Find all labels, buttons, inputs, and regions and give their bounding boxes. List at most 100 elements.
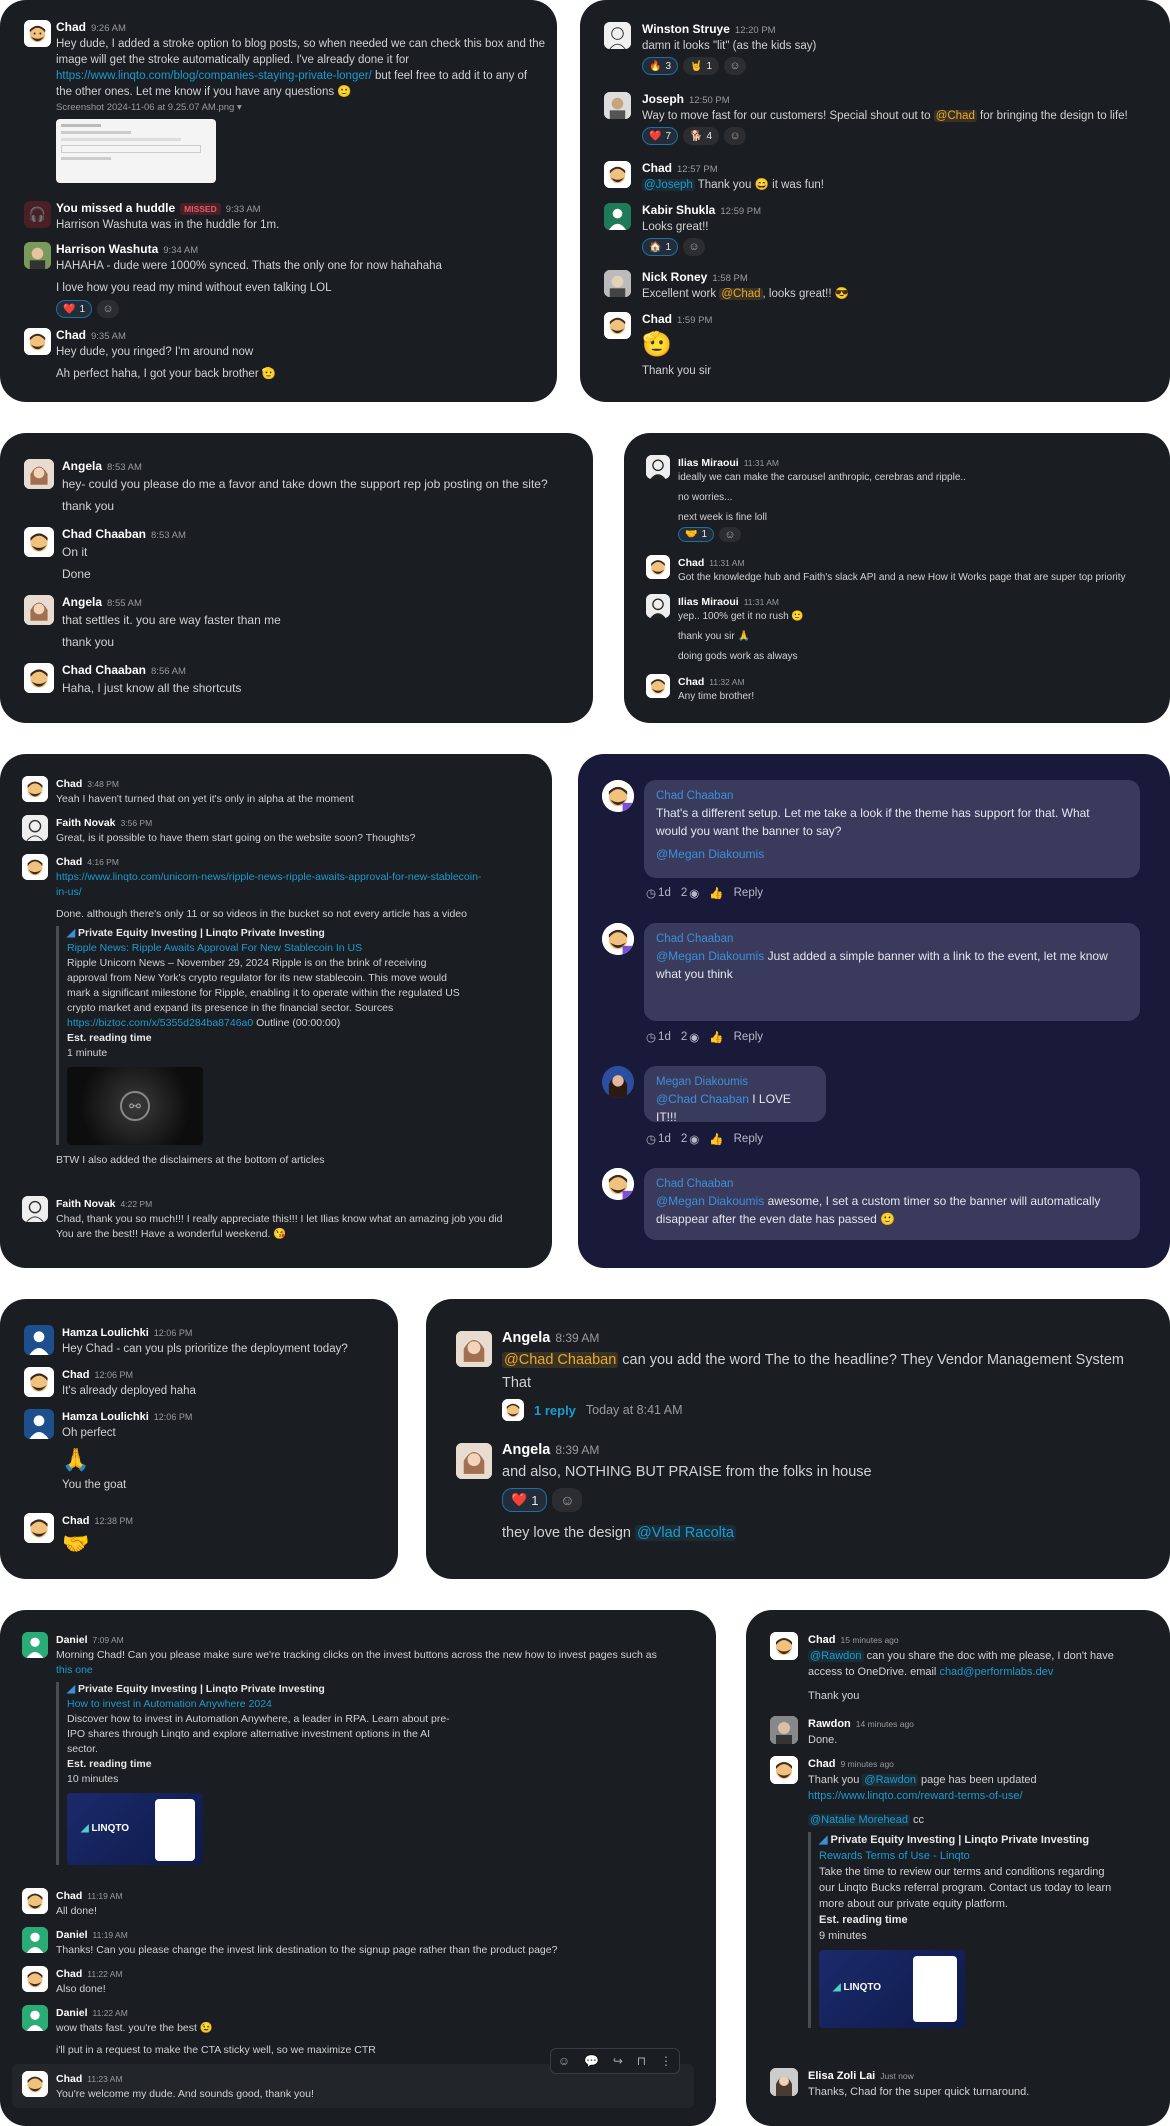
timestamp[interactable]: 12:06 PM (154, 1328, 193, 1338)
timestamp[interactable]: 8:55 AM (107, 598, 142, 609)
author-name[interactable]: Joseph (642, 92, 684, 106)
reaction-dog[interactable]: 🐕 4 (683, 127, 720, 145)
author-name[interactable]: Ilias Miraoui (678, 457, 739, 469)
timestamp[interactable]: 4:22 PM (121, 1199, 153, 1209)
page-link[interactable]: https://www.linqto.com/reward-terms-of-u… (808, 1790, 1023, 1802)
mention[interactable]: @Chad Chaaban (656, 1092, 749, 1106)
mention[interactable]: @Megan Diakoumis (656, 1194, 764, 1208)
timestamp[interactable]: 12:50 PM (689, 95, 730, 106)
avatar-chad[interactable] (22, 854, 48, 880)
add-reaction-icon[interactable]: ☺ (558, 2054, 570, 2068)
author-name[interactable]: Chad (808, 1634, 836, 1646)
ripple-thumbnail[interactable]: ⚯ (67, 1067, 203, 1145)
avatar-chad[interactable] (22, 1966, 48, 1992)
reaction-heart[interactable]: ❤️ 7 (642, 127, 679, 145)
timestamp[interactable]: 12:38 PM (95, 1516, 134, 1526)
avatar-angela[interactable] (24, 595, 54, 625)
avatar-chad[interactable] (22, 776, 48, 802)
author-name[interactable]: Nick Roney (642, 270, 707, 284)
avatar-kabir[interactable] (604, 203, 631, 230)
avatar-daniel[interactable] (22, 2005, 48, 2031)
author-name[interactable]: Chad (56, 2073, 82, 2085)
timestamp[interactable]: 11:22 AM (93, 2008, 128, 2018)
avatar-chad[interactable] (646, 555, 670, 579)
linqto-thumbnail[interactable]: ◢ LINQTO (67, 1793, 203, 1865)
timestamp[interactable]: 1:58 PM (712, 273, 747, 284)
author-name[interactable]: Daniel (56, 2007, 88, 2019)
author-name[interactable]: Daniel (56, 1929, 88, 1941)
author-name[interactable]: Kabir Shukla (642, 203, 715, 217)
add-reaction-icon[interactable]: ☺ (683, 238, 706, 256)
avatar-angela[interactable] (456, 1331, 492, 1367)
article-link[interactable]: https://www.linqto.com/unicorn-news/ripp… (56, 870, 536, 900)
message-bubble[interactable]: Chad Chaaban @Megan Diakoumis Just added… (644, 923, 1140, 1021)
avatar-chad[interactable] (604, 161, 631, 188)
mention[interactable]: @Rawdon (808, 1650, 864, 1662)
avatar-harrison[interactable] (24, 242, 51, 269)
author-name[interactable]: Chad (62, 1369, 90, 1381)
reply-thread-icon[interactable]: 💬 (584, 2054, 599, 2068)
timestamp[interactable]: 8:53 AM (107, 462, 142, 473)
avatar-ilias[interactable] (646, 594, 670, 618)
timestamp[interactable]: 12:59 PM (720, 206, 761, 217)
reply-button[interactable]: Reply (734, 887, 763, 899)
reaction-house[interactable]: 🏠 1 (642, 238, 679, 256)
author-name[interactable]: Chad (56, 856, 82, 868)
author-name[interactable]: Angela (502, 1442, 550, 1458)
timestamp[interactable]: 12:06 PM (154, 1412, 193, 1422)
author-name[interactable]: Chad (56, 778, 82, 790)
reaction-rock[interactable]: 🤘 1 (683, 57, 720, 75)
mention[interactable]: @Chad (933, 110, 977, 122)
author-name[interactable]: Angela (502, 1330, 550, 1346)
timestamp[interactable]: 4:16 PM (87, 857, 119, 867)
unfurl-site[interactable]: ◢ Private Equity Investing | Linqto Priv… (67, 1682, 506, 1697)
bookmark-icon[interactable]: ⊓ (637, 2054, 646, 2068)
author-name[interactable]: Daniel (56, 1634, 88, 1646)
reaction-heart[interactable]: ❤️ 1 (56, 300, 93, 318)
timestamp[interactable]: 8:39 AM (555, 1443, 599, 1457)
timestamp[interactable]: Just now (880, 2071, 914, 2081)
timestamp[interactable]: 9 minutes ago (841, 1759, 894, 1769)
screenshot-thumbnail[interactable] (56, 119, 216, 183)
thread-replies[interactable]: 1 reply Today at 8:41 AM (502, 1399, 1162, 1421)
timestamp[interactable]: 11:19 AM (93, 1930, 128, 1940)
reaction-heart[interactable]: ❤️ 1 (502, 1488, 548, 1512)
unfurl-title[interactable]: How to invest in Automation Anywhere 202… (67, 1697, 506, 1712)
avatar-megan[interactable] (602, 1066, 634, 1098)
timestamp[interactable]: 8:39 AM (555, 1331, 599, 1345)
author-name[interactable]: Chad (56, 1968, 82, 1980)
source-link[interactable]: https://biztoc.com/x/5355d284ba8746a0 (67, 1017, 253, 1029)
avatar-hamza[interactable] (24, 1325, 54, 1355)
timestamp[interactable]: 11:32 AM (709, 677, 744, 687)
share-icon[interactable]: ↪ (613, 2054, 623, 2068)
page-link[interactable]: this one (56, 1664, 93, 1676)
timestamp[interactable]: 14 minutes ago (856, 1719, 914, 1729)
add-reaction-icon[interactable]: ☺ (97, 300, 120, 318)
avatar-chad[interactable] (24, 663, 54, 693)
author-name[interactable]: Chad Chaaban (656, 1176, 1128, 1192)
author-name[interactable]: Ilias Miraoui (678, 596, 739, 608)
reply-count[interactable]: 1 reply (534, 1403, 576, 1418)
mention[interactable]: @Rawdon (862, 1774, 918, 1786)
email-link[interactable]: chad@performlabs.dev (939, 1666, 1053, 1678)
add-reaction-icon[interactable]: ☺ (724, 127, 747, 145)
timestamp[interactable]: 15 minutes ago (841, 1635, 899, 1645)
author-name[interactable]: Angela (62, 595, 102, 609)
unfurl-title[interactable]: Ripple News: Ripple Awaits Approval For … (67, 941, 506, 956)
timestamp[interactable]: 3:48 PM (87, 779, 119, 789)
message-bubble[interactable]: Chad Chaaban That's a different setup. L… (644, 780, 1140, 878)
author-name[interactable]: Megan Diakoumis (656, 1074, 814, 1090)
author-name[interactable]: Hamza Loulichki (62, 1411, 149, 1423)
timestamp[interactable]: 11:31 AM (709, 558, 744, 568)
avatar-chad[interactable] (24, 527, 54, 557)
timestamp[interactable]: 9:33 AM (226, 204, 261, 215)
avatar-chad[interactable] (770, 1756, 798, 1784)
avatar-chad[interactable] (22, 2071, 48, 2097)
timestamp[interactable]: 11:23 AM (87, 2074, 122, 2084)
thumbs-up-icon[interactable]: 👍 (709, 1030, 723, 1044)
author-name[interactable]: Harrison Washuta (56, 242, 158, 256)
reaction-fire[interactable]: 🔥 3 (642, 57, 679, 75)
avatar-chad-badge[interactable] (602, 780, 634, 812)
avatar-rawdon[interactable] (770, 1716, 798, 1744)
author-name[interactable]: Chad Chaaban (656, 788, 1128, 804)
